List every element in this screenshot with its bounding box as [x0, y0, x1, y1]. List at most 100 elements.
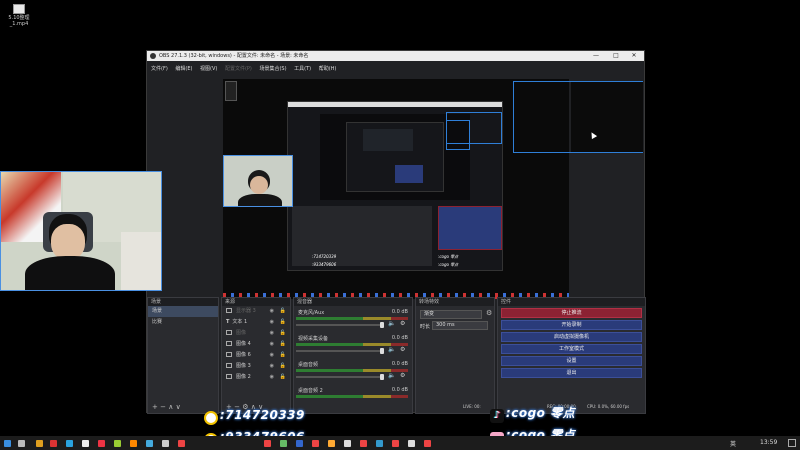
app-icon[interactable] — [408, 440, 415, 447]
lock-icon[interactable]: 🔓 — [280, 328, 286, 339]
nested-webcam — [223, 155, 293, 207]
eye-icon[interactable]: ◉ — [270, 339, 274, 350]
app-icon[interactable] — [264, 440, 271, 447]
preview-canvas[interactable]: :714720339 :933479606 :cogo 零点 :cogo 零点 — [223, 79, 643, 299]
lock-icon[interactable]: 🔓 — [280, 317, 286, 328]
exit-button[interactable]: 退出 — [501, 368, 642, 378]
gear-icon[interactable]: ⚙ — [400, 320, 405, 327]
remove-scene-icon[interactable]: − — [160, 403, 166, 411]
webcam-right-wall — [121, 232, 161, 290]
eye-icon[interactable]: ◉ — [270, 306, 274, 317]
scene-up-icon[interactable]: ∧ — [168, 403, 173, 411]
search-icon[interactable] — [18, 440, 25, 447]
input-language[interactable]: 英 — [730, 439, 736, 448]
minimize-button[interactable]: — — [588, 51, 604, 61]
lock-icon[interactable]: 🔓 — [280, 350, 286, 361]
notification-icon[interactable] — [788, 439, 796, 447]
scene-item[interactable]: 比赛 — [148, 317, 218, 328]
source-item[interactable]: 显示器 3 ◉ 🔓 — [222, 306, 290, 317]
menu-edit[interactable]: 编辑(E) — [175, 66, 192, 72]
app-icon[interactable] — [280, 440, 287, 447]
settings-button[interactable]: 设置 — [501, 356, 642, 366]
mixer-channel: 视频采集设备 0.0 dB 🔈 ⚙ — [294, 332, 412, 358]
lock-icon[interactable]: 🔓 — [280, 306, 286, 317]
scene-item[interactable]: 场景 — [148, 306, 218, 317]
volume-slider[interactable] — [296, 350, 382, 352]
duration-input[interactable]: 300 ms — [432, 321, 488, 330]
gear-icon[interactable]: ⚙ — [400, 372, 405, 379]
app-icon[interactable] — [344, 440, 351, 447]
mixer-channel: 麦克风/Aux 0.0 dB 🔈 ⚙ — [294, 306, 412, 332]
scenes-panel-title: 场景 — [148, 298, 218, 306]
channel-level: 0.0 dB — [391, 387, 408, 393]
app-icon[interactable] — [146, 440, 153, 447]
webcam-body — [25, 256, 115, 290]
close-button[interactable]: ✕ — [626, 51, 642, 61]
source-item[interactable]: 图像 3 ◉ 🔓 — [222, 361, 290, 372]
preview-blue-box[interactable] — [513, 81, 643, 153]
menu-help[interactable]: 帮助(H) — [319, 66, 337, 72]
app-icon[interactable] — [376, 440, 383, 447]
app-icon[interactable] — [162, 440, 169, 447]
menu-profile[interactable]: 配置文件(P) — [225, 66, 252, 72]
volume-knob[interactable] — [380, 348, 384, 354]
windows-start-icon[interactable] — [4, 440, 11, 447]
source-item[interactable]: 图像 2 ◉ 🔓 — [222, 372, 290, 383]
transition-settings-icon[interactable]: ⚙ — [486, 309, 492, 317]
source-item[interactable]: 图像 ◉ 🔓 — [222, 328, 290, 339]
sources-panel-title: 来源 — [222, 298, 290, 306]
volume-knob[interactable] — [380, 374, 384, 380]
source-item[interactable]: 图像 4 ◉ 🔓 — [222, 339, 290, 350]
speaker-icon[interactable]: 🔈 — [388, 346, 395, 353]
maximize-button[interactable]: □ — [608, 51, 624, 61]
scene-down-icon[interactable]: ∨ — [176, 403, 181, 411]
app-icon[interactable] — [130, 440, 137, 447]
clock[interactable]: 13:59 — [760, 439, 777, 446]
speaker-icon[interactable]: 🔈 — [388, 372, 395, 379]
explorer-icon[interactable] — [36, 440, 43, 447]
app-icon[interactable] — [312, 440, 319, 447]
channel-name: 桌面音频 — [298, 362, 319, 368]
source-item[interactable]: T 文本 1 ◉ 🔓 — [222, 317, 290, 328]
app-icon[interactable] — [296, 440, 303, 447]
app-icon[interactable] — [50, 440, 57, 447]
eye-icon[interactable]: ◉ — [270, 361, 274, 372]
lock-icon[interactable]: 🔓 — [280, 372, 286, 383]
menu-tools[interactable]: 工具(T) — [294, 66, 311, 72]
menu-file[interactable]: 文件(F) — [151, 66, 168, 72]
volume-slider[interactable] — [296, 376, 382, 378]
gear-icon[interactable]: ⚙ — [400, 346, 405, 353]
app-icon[interactable] — [360, 440, 367, 447]
app-icon[interactable] — [424, 440, 431, 447]
app-icon[interactable] — [82, 440, 89, 447]
menu-scene-collection[interactable]: 场景集合(S) — [259, 66, 286, 72]
eye-icon[interactable]: ◉ — [270, 350, 274, 361]
duration-label: 时长 — [420, 324, 431, 330]
mixer-panel-title: 混音器 — [294, 298, 412, 306]
app-icon[interactable] — [392, 440, 399, 447]
mixer-channel: 桌面音频 2 0.0 dB — [294, 384, 412, 410]
volume-knob[interactable] — [380, 322, 384, 328]
app-icon[interactable] — [328, 440, 335, 447]
app-icon[interactable] — [98, 440, 105, 447]
start-recording-button[interactable]: 开始录制 — [501, 320, 642, 330]
desktop-file[interactable]: 5.10整理 _1.mp4 — [4, 4, 34, 27]
app-icon[interactable] — [114, 440, 121, 447]
eye-icon[interactable]: ◉ — [270, 317, 274, 328]
eye-icon[interactable]: ◉ — [270, 328, 274, 339]
obs-logo-icon — [150, 53, 156, 59]
speaker-icon[interactable]: 🔈 — [388, 320, 395, 327]
lock-icon[interactable]: 🔓 — [280, 361, 286, 372]
add-scene-icon[interactable]: + — [152, 403, 158, 411]
lock-icon[interactable]: 🔓 — [280, 339, 286, 350]
transition-select[interactable]: 渐变 — [420, 310, 482, 319]
eye-icon[interactable]: ◉ — [270, 372, 274, 383]
app-icon[interactable] — [66, 440, 73, 447]
virtual-camera-button[interactable]: 启动虚拟摄像机 — [501, 332, 642, 342]
source-item[interactable]: 图像 6 ◉ 🔓 — [222, 350, 290, 361]
stop-streaming-button[interactable]: 停止推流 — [501, 308, 642, 318]
app-icon[interactable] — [178, 440, 185, 447]
menu-view[interactable]: 视图(V) — [200, 66, 217, 72]
studio-mode-button[interactable]: 工作室模式 — [501, 344, 642, 354]
volume-slider[interactable] — [296, 324, 382, 326]
